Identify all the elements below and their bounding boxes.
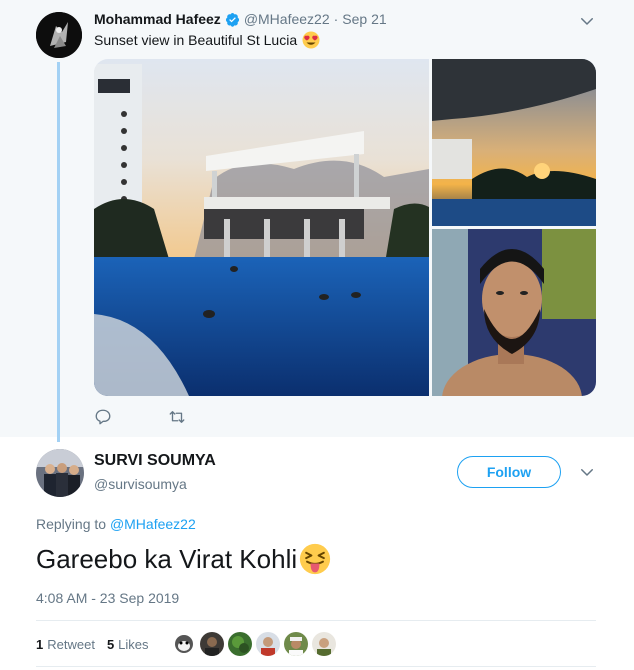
engagement-stats: 1 Retweet 5 Likes: [36, 633, 161, 655]
squinting-tongue-emoji-icon: [300, 543, 331, 575]
dark-avatar[interactable]: [200, 632, 224, 656]
reply-author-name[interactable]: SURVI SOUMYA: [94, 452, 216, 470]
author-handle[interactable]: @MHafeez22: [244, 11, 330, 27]
verified-badge-icon: [225, 12, 240, 27]
chevron-down-icon[interactable]: [578, 12, 596, 30]
reply-text-content: Gareebo ka Virat Kohli: [36, 543, 298, 574]
separator-dot: ·: [333, 11, 339, 27]
author-avatar[interactable]: [36, 12, 82, 58]
reply-timestamp[interactable]: 4:08 AM - 23 Sep 2019: [36, 590, 179, 606]
author-name[interactable]: Mohammad Hafeez: [94, 11, 221, 27]
retweets-count: 1: [36, 636, 44, 652]
retweets-stat[interactable]: 1 Retweet: [36, 637, 95, 652]
heart-eyes-emoji-icon: [302, 31, 320, 49]
replying-prefix: Replying to: [36, 516, 110, 532]
parent-tweet[interactable]: Mohammad Hafeez @MHafeez22 · Sep 21 Suns…: [0, 0, 634, 442]
thread-line: [57, 62, 60, 442]
smiling-avatar[interactable]: [312, 632, 336, 656]
reply-author-handle[interactable]: @survisoumya: [94, 476, 187, 492]
person-avatar[interactable]: [256, 632, 280, 656]
infinity-pool-sunset-photo[interactable]: [432, 59, 596, 226]
retweets-label: Retweet: [47, 636, 95, 652]
likers-avatars: [172, 632, 336, 656]
reply-icon[interactable]: [94, 408, 112, 426]
divider: [36, 666, 596, 667]
tweet-date[interactable]: Sep 21: [342, 11, 386, 27]
tweet-actions: [94, 408, 186, 426]
tweet-media-grid[interactable]: [94, 59, 596, 396]
green-avatar[interactable]: [228, 632, 252, 656]
reply-author-avatar[interactable]: [36, 449, 84, 497]
tweet-text: Sunset view in Beautiful St Lucia: [94, 31, 320, 49]
tweet-text-content: Sunset view in Beautiful St Lucia: [94, 32, 298, 48]
reply-text: Gareebo ka Virat Kohli: [36, 543, 331, 575]
replying-to-link[interactable]: @MHafeez22: [110, 516, 196, 532]
selfie-photo[interactable]: [432, 229, 596, 396]
likes-label: Likes: [118, 636, 149, 652]
cap-avatar[interactable]: [284, 632, 308, 656]
chevron-down-icon[interactable]: [578, 463, 596, 481]
follow-button[interactable]: Follow: [457, 456, 561, 488]
replying-to: Replying to @MHafeez22: [36, 516, 196, 532]
monkey-avatar[interactable]: [172, 632, 196, 656]
likes-count: 5: [106, 636, 115, 652]
divider: [36, 620, 596, 621]
tweet-header: Mohammad Hafeez @MHafeez22 · Sep 21: [94, 10, 387, 28]
likes-stat[interactable]: 5 Likes: [107, 637, 149, 652]
retweet-icon[interactable]: [168, 408, 186, 426]
resort-pool-sunset-photo[interactable]: [94, 59, 429, 396]
